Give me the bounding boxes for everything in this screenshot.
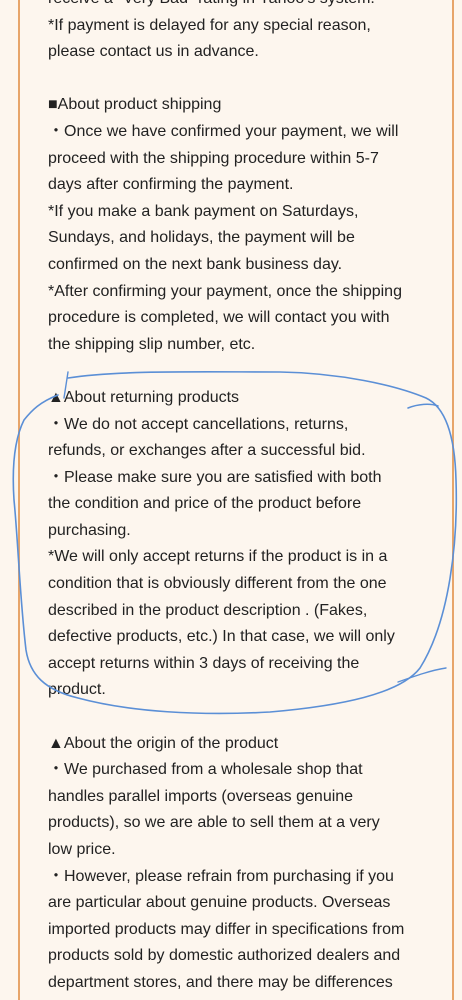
page-right-border xyxy=(452,0,454,1000)
returns-section: ▲About returning products ・We do not acc… xyxy=(48,385,448,704)
text-line: described in the product description . (… xyxy=(48,601,368,619)
text-line: the shipping slip number, etc. xyxy=(48,335,256,353)
section-heading: ▲About the origin of the product xyxy=(48,734,279,752)
text-line: procedure is completed, we will contact … xyxy=(48,309,390,327)
text-line: the condition and price of the product b… xyxy=(48,495,362,513)
text-line: condition that is obviously different fr… xyxy=(48,575,387,593)
section-heading: ▲About returning products xyxy=(48,388,240,406)
text-line: are particular about genuine products. O… xyxy=(48,894,391,912)
page-left-border xyxy=(18,0,20,1000)
text-line: defective products, etc.) In that case, … xyxy=(48,628,395,646)
text-line: receive a "Very Bad" rating in Yahoo's s… xyxy=(48,0,448,13)
text-line: department stores, and there may be diff… xyxy=(48,973,393,991)
payment-section-tail: receive a "Very Bad" rating in Yahoo's s… xyxy=(48,0,448,66)
text-line: products sold by domestic authorized dea… xyxy=(48,947,401,965)
text-line: purchasing. xyxy=(48,521,131,539)
text-line: accept returns within 3 days of receivin… xyxy=(48,654,360,672)
text-line: *If you make a bank payment on Saturdays… xyxy=(48,202,359,220)
text-line: proceed with the shipping procedure with… xyxy=(48,149,379,167)
text-line: ・We purchased from a wholesale shop that xyxy=(48,761,363,779)
origin-section: ▲About the origin of the product ・We pur… xyxy=(48,731,448,997)
text-line: handles parallel imports (overseas genui… xyxy=(48,787,354,805)
text-line: products), so we are able to sell them a… xyxy=(48,814,380,832)
text-line: product. xyxy=(48,681,106,699)
text-line: ・We do not accept cancellations, returns… xyxy=(48,415,349,433)
text-line: imported products may differ in specific… xyxy=(48,920,405,938)
text-line: confirmed on the next bank business day. xyxy=(48,255,343,273)
text-line: please contact us in advance. xyxy=(48,43,259,61)
text-line: Sundays, and holidays, the payment will … xyxy=(48,229,355,247)
text-line: ・Please make sure you are satisfied with… xyxy=(48,468,382,486)
terms-document: receive a "Very Bad" rating in Yahoo's s… xyxy=(48,0,448,997)
text-line: *If payment is delayed for any special r… xyxy=(48,16,371,34)
text-line: ・Once we have confirmed your payment, we… xyxy=(48,122,399,140)
text-line: ・However, please refrain from purchasing… xyxy=(48,867,394,885)
text-line: *After confirming your payment, once the… xyxy=(48,282,402,300)
text-line: refunds, or exchanges after a successful… xyxy=(48,442,366,460)
text-line: days after confirming the payment. xyxy=(48,176,294,194)
text-line: *We will only accept returns if the prod… xyxy=(48,548,388,566)
text-line: low price. xyxy=(48,841,116,858)
shipping-section: ■About product shipping ・Once we have co… xyxy=(48,92,448,358)
section-heading: ■About product shipping xyxy=(48,96,222,114)
